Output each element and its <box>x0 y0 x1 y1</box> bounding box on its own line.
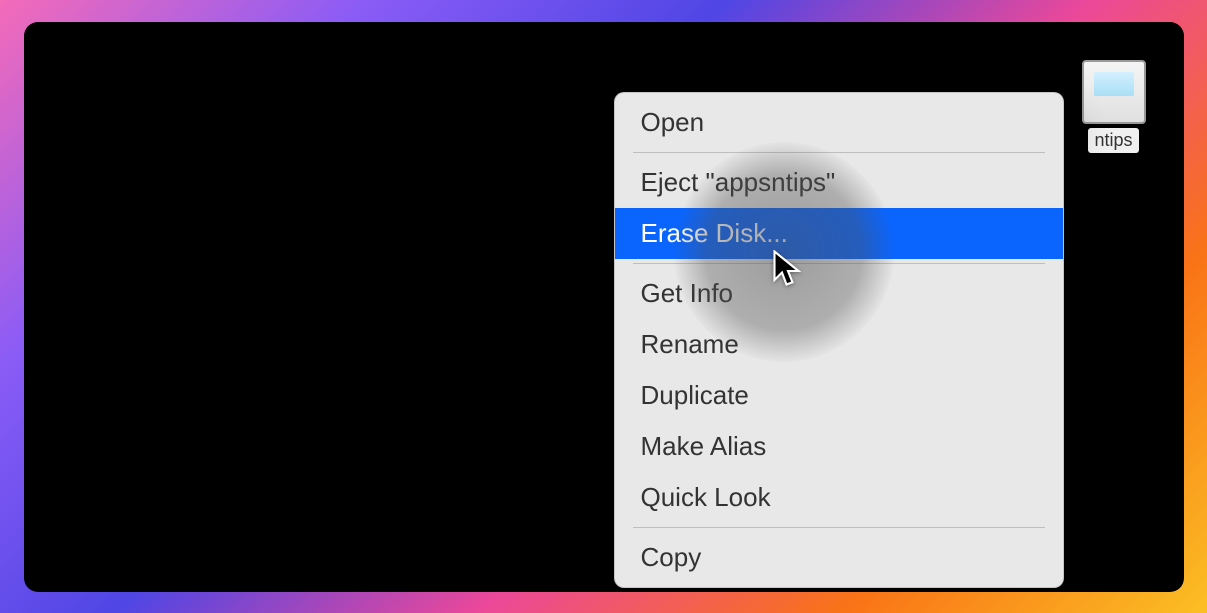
menu-item-duplicate[interactable]: Duplicate <box>615 370 1063 421</box>
context-menu: Open Eject "appsntips" Erase Disk... Get… <box>614 92 1064 588</box>
menu-item-copy[interactable]: Copy <box>615 532 1063 583</box>
menu-item-erase-disk[interactable]: Erase Disk... <box>615 208 1063 259</box>
menu-item-make-alias[interactable]: Make Alias <box>615 421 1063 472</box>
disk-label: ntips <box>1088 128 1138 153</box>
disk-item[interactable]: ntips <box>1074 60 1154 153</box>
disk-icon <box>1082 60 1146 124</box>
menu-item-open[interactable]: Open <box>615 97 1063 148</box>
desktop: ntips Open Eject "appsntips" Erase Disk.… <box>24 22 1184 592</box>
menu-separator <box>633 263 1045 264</box>
menu-separator <box>633 152 1045 153</box>
menu-item-eject[interactable]: Eject "appsntips" <box>615 157 1063 208</box>
menu-item-get-info[interactable]: Get Info <box>615 268 1063 319</box>
menu-separator <box>633 527 1045 528</box>
menu-item-rename[interactable]: Rename <box>615 319 1063 370</box>
menu-item-quick-look[interactable]: Quick Look <box>615 472 1063 523</box>
